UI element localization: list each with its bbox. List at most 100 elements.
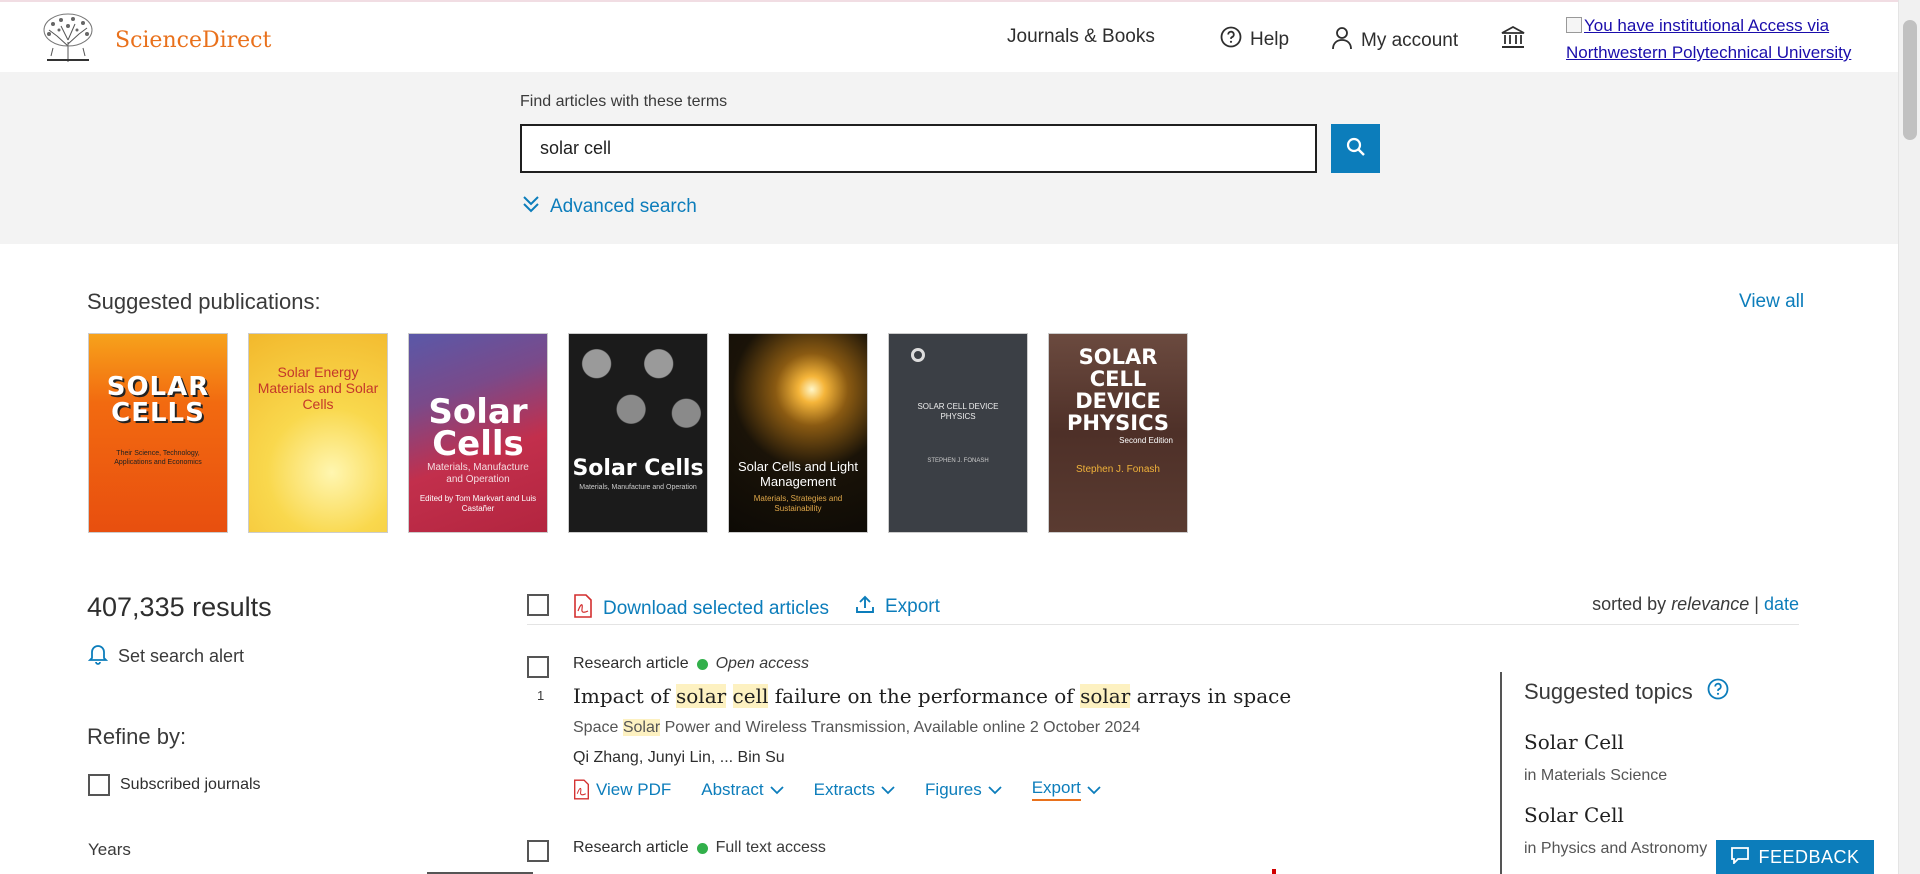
- cover-subtitle: Materials, Manufacture and Operation: [579, 484, 697, 491]
- select-all-checkbox[interactable]: [527, 594, 549, 616]
- bell-icon: [87, 643, 109, 670]
- sciencedirect-logo[interactable]: ScienceDirect: [115, 28, 271, 53]
- cover-editors: Edited by Tom Markvart and Luis Castañer: [419, 494, 537, 513]
- broken-image-icon: [1566, 17, 1582, 33]
- help-label: Help: [1250, 29, 1290, 50]
- download-selected-button[interactable]: Download selected articles: [573, 594, 829, 624]
- title-highlight: cell: [732, 684, 769, 708]
- cover-author: Stephen J. Fonash: [1076, 464, 1160, 475]
- abstract-label: Abstract: [701, 779, 764, 799]
- search-band: Find articles with these terms Advanced …: [0, 72, 1898, 244]
- user-icon: [1331, 26, 1353, 56]
- sort-separator: |: [1754, 594, 1759, 614]
- title-highlight: solar: [1080, 684, 1131, 708]
- figures-label: Figures: [925, 779, 982, 799]
- help-link[interactable]: Help: [1220, 26, 1289, 54]
- topic-link[interactable]: Solar Cell: [1524, 730, 1624, 754]
- article-type: Research article: [573, 839, 689, 856]
- cover-author: STEPHEN J. FONASH: [927, 458, 989, 464]
- view-pdf-label: View PDF: [596, 779, 672, 799]
- topic-field: in Physics and Astronomy: [1524, 840, 1708, 857]
- cover-solar-cells-second-edition[interactable]: Solar Cells Materials, Manufacture and O…: [568, 333, 708, 533]
- download-selected-label: Download selected articles: [603, 598, 830, 619]
- cover-solar-cells-light-management[interactable]: Solar Cells and Light Management Materia…: [728, 333, 868, 533]
- chat-bubble-icon: [1730, 846, 1750, 869]
- cover-title: Solar Cells: [572, 456, 704, 481]
- title-text: arrays in space: [1130, 684, 1292, 708]
- topic-link[interactable]: Solar Cell: [1524, 803, 1624, 827]
- article-type: Research article: [573, 655, 689, 672]
- institution-icon[interactable]: [1500, 24, 1526, 55]
- cover-subtitle: Their Science, Technology, Applications …: [114, 450, 202, 466]
- result-item: Research article Full text access: [527, 836, 1507, 874]
- result-actions: View PDF Abstract Extracts Figures Expor…: [573, 778, 1101, 801]
- red-indicator: [1272, 869, 1276, 874]
- export-dropdown[interactable]: Export: [1031, 778, 1101, 801]
- cover-solar-cells-1[interactable]: SOLAR CELLS Their Science, Technology, A…: [88, 333, 228, 533]
- title-highlight: solar: [676, 684, 727, 708]
- access-status-dot: [696, 842, 708, 854]
- institutional-access-text: You have institutional Access via Northw…: [1566, 16, 1852, 62]
- feedback-button[interactable]: FEEDBACK: [1716, 840, 1874, 874]
- cover-subtitle: Materials, Strategies and Sustainability: [753, 494, 843, 513]
- chevron-down-icon: [769, 785, 784, 795]
- cover-device-physics-2[interactable]: SOLAR CELL DEVICE PHYSICS Second Edition…: [1048, 333, 1188, 533]
- view-pdf-button[interactable]: View PDF: [573, 779, 671, 800]
- advanced-search-link[interactable]: Advanced search: [522, 194, 697, 220]
- abstract-toggle[interactable]: Abstract: [701, 779, 784, 800]
- cover-title: Solar Energy Materials and Solar Cells: [257, 364, 379, 412]
- title-text: [726, 684, 732, 708]
- result-source: Space Solar Power and Wireless Transmiss…: [573, 719, 1140, 737]
- page-scrollbar[interactable]: [1898, 0, 1920, 874]
- results-count: 407,335 results: [87, 592, 272, 622]
- sort-relevance-option[interactable]: relevance: [1671, 594, 1749, 614]
- result-title-link[interactable]: Impact of solar cell failure on the perf…: [573, 684, 1291, 708]
- source-text[interactable]: Space: [573, 719, 623, 736]
- access-type: Full text access: [715, 839, 826, 856]
- cover-solar-cells-markvart[interactable]: Solar Cells Materials, Manufacture and O…: [408, 333, 548, 533]
- pdf-icon: [573, 779, 590, 800]
- set-search-alert-link[interactable]: Set search alert: [87, 643, 244, 670]
- sort-date-option[interactable]: date: [1764, 594, 1799, 614]
- cover-edition: Second Edition: [1119, 436, 1173, 445]
- source-text: Power and Wireless Transmission, Availab…: [660, 719, 1141, 736]
- elsevier-tree-logo-icon[interactable]: [39, 12, 97, 64]
- help-circle-icon[interactable]: [1707, 678, 1729, 706]
- suggested-publications-title: Suggested publications:: [87, 289, 321, 314]
- search-input[interactable]: [520, 124, 1317, 173]
- pdf-icon: [573, 594, 593, 624]
- scrollbar-thumb[interactable]: [1903, 20, 1917, 140]
- journals-books-link[interactable]: Journals & Books: [1007, 26, 1155, 48]
- result-item: 1 Research article Open access Impact of…: [527, 652, 1507, 802]
- my-account-link[interactable]: My account: [1331, 26, 1458, 56]
- search-button[interactable]: [1331, 124, 1380, 173]
- chevron-down-icon: [881, 785, 895, 795]
- results-toolbar: Download selected articles Export sorted…: [527, 590, 1799, 625]
- result-checkbox[interactable]: [527, 840, 549, 862]
- view-all-link[interactable]: View all: [1739, 291, 1804, 313]
- topic-field: in Materials Science: [1524, 767, 1668, 784]
- double-chevron-down-icon: [522, 194, 540, 220]
- subscribed-journals-filter[interactable]: Subscribed journals: [88, 774, 261, 796]
- feedback-label: FEEDBACK: [1758, 846, 1860, 867]
- suggested-topics-title: Suggested topics: [1524, 678, 1729, 706]
- institutional-access-link[interactable]: You have institutional Access via Northw…: [1566, 12, 1866, 66]
- cover-title: Solar Cells and Light Management: [738, 459, 858, 489]
- cover-solar-energy-materials[interactable]: Solar Energy Materials and Solar Cells: [248, 333, 388, 533]
- cover-device-physics-1[interactable]: SOLAR CELL DEVICE PHYSICS STEPHEN J. FON…: [888, 333, 1028, 533]
- cover-emblem-icon: [911, 348, 925, 362]
- years-filter-heading[interactable]: Years: [88, 840, 131, 860]
- source-highlight[interactable]: Solar: [622, 719, 661, 736]
- export-selected-button[interactable]: Export: [855, 594, 940, 620]
- result-checkbox[interactable]: [527, 656, 549, 678]
- export-label: Export: [1031, 778, 1081, 801]
- access-type: Open access: [715, 655, 809, 672]
- suggested-topics-label: Suggested topics: [1524, 679, 1693, 704]
- subscribed-journals-checkbox[interactable]: [88, 774, 110, 796]
- sorted-by-label: sorted by: [1592, 594, 1667, 614]
- chevron-down-icon: [988, 785, 1002, 795]
- refine-by-heading: Refine by:: [87, 724, 187, 749]
- extracts-toggle[interactable]: Extracts: [814, 780, 895, 800]
- figures-toggle[interactable]: Figures: [925, 780, 1002, 800]
- export-label: Export: [885, 596, 940, 617]
